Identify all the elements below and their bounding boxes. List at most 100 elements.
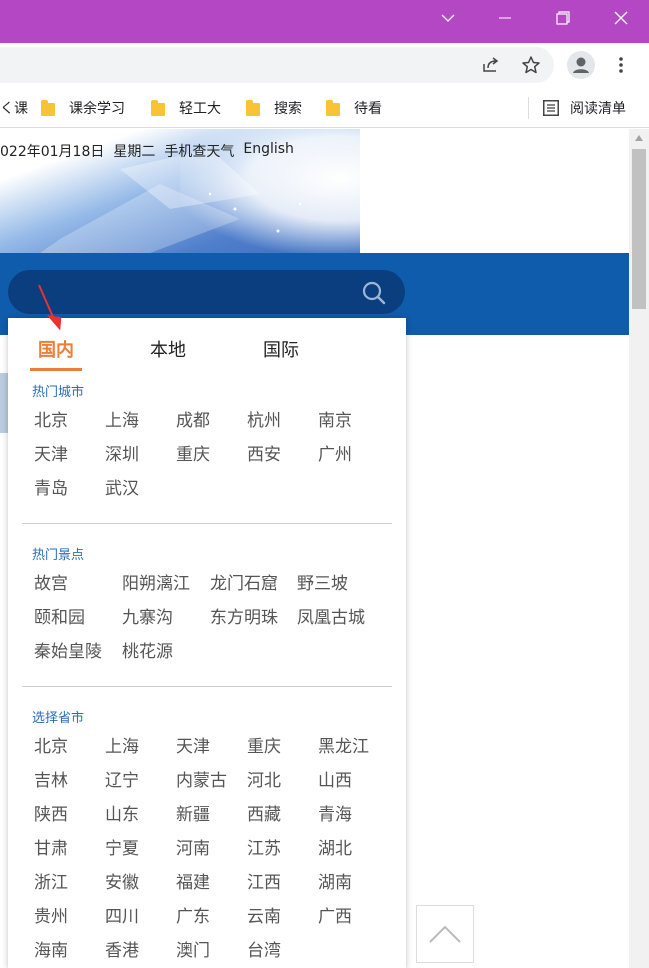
page-scrollbar[interactable] — [629, 129, 649, 968]
share-icon[interactable] — [477, 51, 505, 79]
city-link[interactable]: 深圳 — [105, 445, 176, 466]
province-link[interactable]: 四川 — [105, 907, 176, 928]
spot-link[interactable]: 东方明珠 — [210, 608, 297, 629]
bookmarks-bar: く课 课余学习 轻工大 搜索 待看 阅读清单 — [0, 89, 649, 128]
title-bar — [0, 0, 649, 43]
weekday-text: 星期二 — [113, 144, 156, 160]
city-link[interactable]: 上海 — [105, 411, 176, 432]
menu-dots-icon[interactable] — [607, 51, 635, 79]
province-link[interactable]: 海南 — [34, 941, 105, 962]
folder-icon — [41, 100, 55, 116]
province-link[interactable]: 青海 — [318, 805, 389, 826]
provinces-title: 选择省市 — [32, 711, 85, 726]
tab-international[interactable]: 国际 — [263, 336, 299, 362]
bookmark-folder[interactable]: 待看 — [326, 97, 382, 119]
province-link[interactable]: 北京 — [34, 737, 105, 758]
search-icon[interactable] — [361, 280, 387, 310]
page-edge-fragment — [0, 373, 8, 473]
spot-link[interactable]: 秦始皇陵 — [34, 642, 122, 663]
restore-button[interactable] — [540, 0, 586, 36]
bookmark-star-icon[interactable] — [517, 51, 545, 79]
province-link[interactable]: 云南 — [247, 907, 318, 928]
scrollbar-thumb[interactable] — [632, 149, 646, 309]
province-link[interactable]: 天津 — [176, 737, 247, 758]
back-to-top-button[interactable] — [416, 905, 474, 963]
province-link[interactable]: 福建 — [176, 873, 247, 894]
bookmark-folder[interactable]: 课余学习 — [41, 97, 125, 119]
spot-link[interactable]: 颐和园 — [34, 608, 122, 629]
province-link[interactable]: 甘肃 — [34, 839, 105, 860]
province-link[interactable]: 澳门 — [176, 941, 247, 962]
reading-list-label: 阅读清单 — [570, 101, 626, 117]
folder-icon — [151, 100, 165, 116]
province-link[interactable]: 黑龙江 — [318, 737, 389, 758]
province-link[interactable]: 辽宁 — [105, 771, 176, 792]
folder-icon — [326, 100, 340, 116]
province-link[interactable]: 贵州 — [34, 907, 105, 928]
city-link[interactable]: 杭州 — [247, 411, 318, 432]
city-link[interactable]: 广州 — [318, 445, 389, 466]
province-link[interactable]: 浙江 — [34, 873, 105, 894]
tab-local[interactable]: 本地 — [150, 336, 186, 362]
province-link[interactable]: 吉林 — [34, 771, 105, 792]
mobile-weather-link[interactable]: 手机查天气 — [164, 141, 234, 161]
bookmark-label: 搜索 — [274, 101, 302, 117]
province-link[interactable]: 湖南 — [318, 873, 389, 894]
minimize-button[interactable] — [482, 0, 528, 36]
province-link[interactable]: 陕西 — [34, 805, 105, 826]
scroll-up-arrow-icon[interactable] — [629, 129, 649, 147]
province-link[interactable]: 重庆 — [247, 737, 318, 758]
hot-spots-title: 热门景点 — [32, 548, 85, 563]
reading-list-button[interactable]: 阅读清单 — [543, 97, 626, 119]
city-link[interactable]: 重庆 — [176, 445, 247, 466]
spot-link[interactable]: 野三坡 — [297, 574, 387, 595]
tab-search-chevron-icon[interactable] — [425, 0, 471, 36]
bookmark-divider — [528, 97, 529, 119]
spot-link[interactable]: 龙门石窟 — [210, 574, 297, 595]
bookmark-folder[interactable]: 搜索 — [246, 97, 302, 119]
province-link[interactable]: 江苏 — [247, 839, 318, 860]
city-link[interactable]: 西安 — [247, 445, 318, 466]
province-link[interactable]: 香港 — [105, 941, 176, 962]
province-link[interactable]: 广西 — [318, 907, 389, 928]
city-link[interactable]: 成都 — [176, 411, 247, 432]
province-link[interactable]: 内蒙古 — [176, 771, 247, 792]
province-link[interactable]: 上海 — [105, 737, 176, 758]
city-link[interactable]: 天津 — [34, 445, 105, 466]
city-link[interactable]: 武汉 — [105, 479, 176, 500]
spot-link[interactable]: 阳朔漓江 — [122, 574, 210, 595]
province-link[interactable]: 新疆 — [176, 805, 247, 826]
city-search-input[interactable] — [8, 270, 405, 314]
province-link[interactable]: 宁夏 — [105, 839, 176, 860]
city-link[interactable]: 青岛 — [34, 479, 105, 500]
tab-domestic[interactable]: 国内 — [38, 336, 74, 362]
spot-link[interactable]: 桃花源 — [122, 642, 210, 663]
city-link[interactable]: 南京 — [318, 411, 389, 432]
profile-avatar-icon[interactable] — [567, 51, 595, 79]
province-link[interactable]: 西藏 — [247, 805, 318, 826]
spot-link[interactable]: 凤凰古城 — [297, 608, 387, 629]
close-button[interactable] — [598, 0, 644, 36]
page-viewport: 022年01月18日 星期二 手机查天气 English 国内 本地 国际 热门… — [0, 129, 649, 968]
address-bar[interactable] — [0, 47, 554, 83]
province-link[interactable]: 河南 — [176, 839, 247, 860]
english-link[interactable]: English — [243, 141, 294, 161]
spot-link[interactable]: 故宫 — [34, 574, 122, 595]
spot-link[interactable]: 九寨沟 — [122, 608, 210, 629]
hot-cities-list: 北京 上海 成都 杭州 南京 天津 深圳 重庆 西安 广州 青岛 武汉 — [34, 411, 389, 500]
province-link[interactable]: 台湾 — [247, 941, 318, 962]
province-link[interactable]: 山东 — [105, 805, 176, 826]
reading-list-icon — [543, 100, 559, 116]
province-link[interactable]: 湖北 — [318, 839, 389, 860]
province-link[interactable]: 安徽 — [105, 873, 176, 894]
bookmark-folder[interactable]: 轻工大 — [151, 97, 221, 119]
province-link[interactable]: 山西 — [318, 771, 389, 792]
hot-spots-list: 故宫 阳朔漓江 龙门石窟 野三坡 颐和园 九寨沟 东方明珠 凤凰古城 秦始皇陵 … — [34, 574, 389, 663]
province-link[interactable]: 江西 — [247, 873, 318, 894]
region-tabs: 国内 本地 国际 — [8, 318, 406, 371]
province-link[interactable]: 广东 — [176, 907, 247, 928]
bookmark-item[interactable]: く课 — [0, 97, 28, 119]
city-link[interactable]: 北京 — [34, 411, 105, 432]
province-link[interactable]: 河北 — [247, 771, 318, 792]
browser-toolbar — [0, 43, 649, 89]
